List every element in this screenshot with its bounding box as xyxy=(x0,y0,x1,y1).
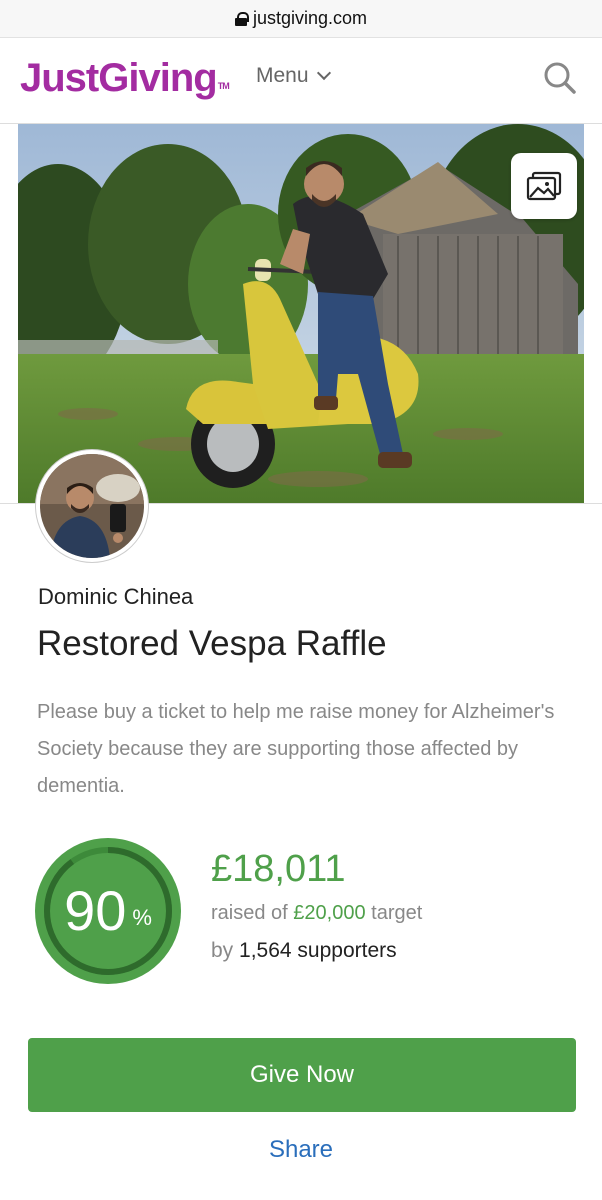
site-header: JustGivingTM Menu xyxy=(0,38,602,124)
target-amount: £20,000 xyxy=(293,902,366,924)
target-line: raised of £20,000 target xyxy=(211,902,422,925)
target-label: target xyxy=(371,902,423,924)
photo-gallery-button[interactable] xyxy=(511,153,577,219)
supporters-count[interactable]: 1,564 supporters xyxy=(239,939,397,962)
menu-button[interactable]: Menu xyxy=(256,64,331,88)
page-title: Restored Vespa Raffle xyxy=(37,624,387,663)
fundraiser-name[interactable]: Dominic Chinea xyxy=(38,584,193,610)
supporters-line: by 1,564 supporters xyxy=(211,939,397,963)
chevron-down-icon xyxy=(316,65,331,81)
url-text: justgiving.com xyxy=(252,8,368,28)
image-gallery-icon xyxy=(526,171,562,201)
give-now-button[interactable]: Give Now xyxy=(28,1038,576,1112)
hero-photo xyxy=(18,124,584,504)
progress-percent-value: 90 xyxy=(64,879,127,942)
browser-url-bar[interactable]: justgiving.com xyxy=(0,0,602,38)
lock-icon xyxy=(234,11,249,26)
progress-percent-symbol: % xyxy=(132,905,152,930)
raised-of-label: raised of xyxy=(211,902,288,924)
search-icon[interactable] xyxy=(543,61,577,95)
menu-label: Menu xyxy=(256,64,309,87)
by-label: by xyxy=(211,939,234,962)
page-description: Please buy a ticket to help me raise mon… xyxy=(37,701,555,797)
logo-trademark: TM xyxy=(217,81,230,91)
amount-raised: £18,011 xyxy=(211,848,346,890)
justgiving-logo[interactable]: JustGivingTM xyxy=(20,54,230,102)
progress-percent: 90% xyxy=(35,838,181,984)
fundraiser-avatar xyxy=(36,450,148,562)
share-link[interactable]: Share xyxy=(0,1136,602,1164)
